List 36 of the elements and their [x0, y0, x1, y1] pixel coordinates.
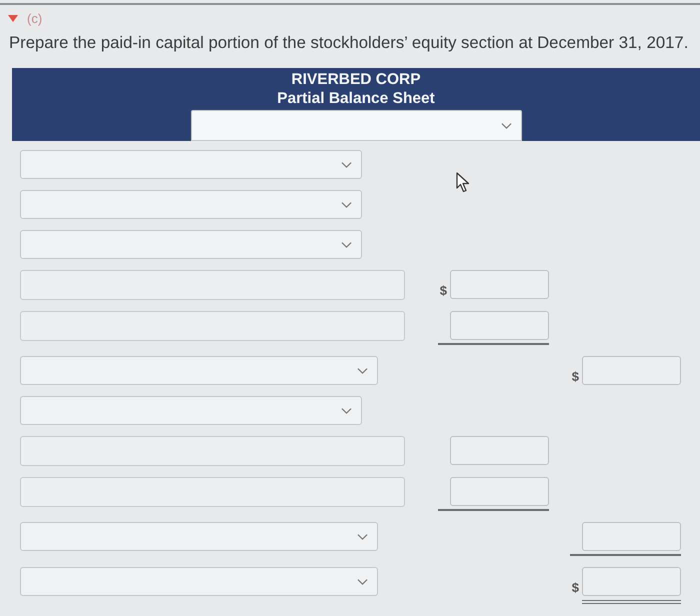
- text-input-field[interactable]: [20, 436, 405, 466]
- statement-title: Partial Balance Sheet: [277, 89, 435, 108]
- chevron-icon: [341, 408, 352, 414]
- chevron-icon: [500, 122, 512, 128]
- currency-sign: $: [440, 284, 447, 298]
- company-name: RIVERBED CORP: [291, 70, 421, 89]
- caret-icon: [8, 15, 18, 22]
- chevron-icon: [341, 202, 352, 208]
- cursor-icon: [456, 172, 470, 193]
- chevron-icon: [341, 162, 352, 168]
- dropdown[interactable]: [20, 567, 378, 596]
- amount-field[interactable]: [570, 522, 681, 556]
- dropdown[interactable]: [190, 110, 522, 141]
- text-input-field[interactable]: [20, 270, 405, 300]
- dropdown[interactable]: [20, 522, 378, 551]
- instruction-text: Prepare the paid-in capital portion of the stockholders’ equity section at December 31, 2017.: [9, 33, 690, 53]
- text-input-field[interactable]: [20, 477, 405, 507]
- amount-field[interactable]: [450, 436, 549, 465]
- amount-field[interactable]: [582, 356, 681, 385]
- chevron-icon: [357, 368, 368, 374]
- amount-field[interactable]: [438, 477, 549, 511]
- text-input-field[interactable]: [20, 311, 405, 341]
- section-toggle[interactable]: (c): [8, 10, 42, 28]
- amount-field[interactable]: [438, 311, 549, 345]
- dropdown[interactable]: [20, 356, 378, 385]
- dropdown[interactable]: [20, 190, 362, 219]
- chevron-icon: [357, 578, 368, 584]
- currency-sign: $: [572, 370, 579, 384]
- amount-field[interactable]: [582, 567, 681, 604]
- dropdown[interactable]: [20, 150, 362, 179]
- dropdown[interactable]: [20, 396, 362, 425]
- amount-field[interactable]: [450, 270, 549, 299]
- currency-sign: $: [572, 581, 579, 595]
- dropdown[interactable]: [20, 230, 362, 259]
- chevron-icon: [341, 242, 352, 248]
- chevron-icon: [357, 534, 368, 540]
